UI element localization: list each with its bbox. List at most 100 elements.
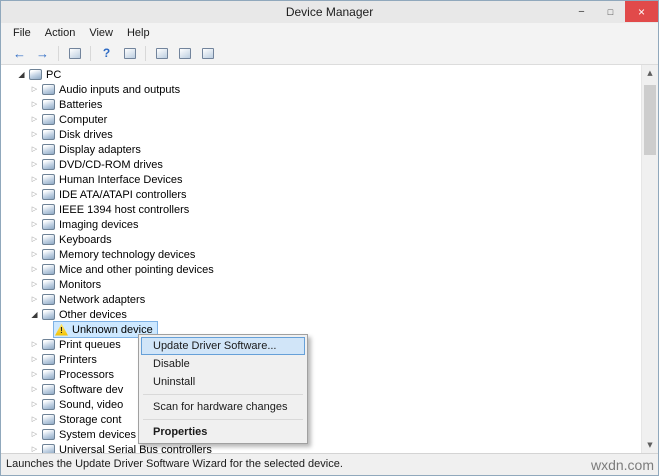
properties-icon[interactable]	[119, 43, 140, 63]
tree-item-imaging-devices[interactable]: ▷Imaging devices	[1, 217, 641, 232]
tree-item-ide-ata-atapi-controllers[interactable]: ▷IDE ATA/ATAPI controllers	[1, 187, 641, 202]
tree-item-other-devices[interactable]: ◢ Other devices	[1, 307, 641, 322]
tree-item-label: System devices	[59, 429, 136, 441]
scan-for-hardware-changes-icon[interactable]	[151, 43, 172, 63]
sound-controller-icon	[42, 399, 55, 410]
expand-arrow-icon[interactable]: ▷	[28, 247, 41, 262]
expand-arrow-icon[interactable]: ▷	[28, 97, 41, 112]
tree-item-content: PC	[28, 67, 65, 82]
tree-item-disk-drives[interactable]: ▷Disk drives	[1, 127, 641, 142]
collapse-arrow-icon[interactable]: ◢	[15, 67, 28, 82]
expand-arrow-icon[interactable]: ▷	[28, 112, 41, 127]
expand-arrow-icon[interactable]: ▷	[28, 382, 41, 397]
tree-item-label: Storage cont	[59, 414, 121, 426]
back-icon[interactable]: ←	[9, 43, 30, 63]
tree-item-label: Software dev	[59, 384, 123, 396]
scroll-up-icon[interactable]: ▲	[642, 65, 658, 81]
tree-item-dvd-cd-rom-drives[interactable]: ▷DVD/CD-ROM drives	[1, 157, 641, 172]
show-hide-console-tree-icon[interactable]	[64, 43, 85, 63]
tree-item-audio-inputs-and-outputs[interactable]: ▷Audio inputs and outputs	[1, 82, 641, 97]
tree-item-content: Print queues	[41, 337, 125, 352]
context-menu-item-scan-for-hardware-changes[interactable]: Scan for hardware changes	[141, 398, 305, 416]
watermark-text: wxdn.com	[591, 457, 654, 473]
close-button[interactable]: ×	[625, 1, 658, 22]
tree-item-mice-and-other-pointing-devices[interactable]: ▷ Mice and other pointing devices	[1, 262, 641, 277]
context-menu-item-uninstall[interactable]: Uninstall	[141, 373, 305, 391]
uninstall-icon[interactable]	[197, 43, 218, 63]
expand-arrow-icon[interactable]: ▷	[28, 352, 41, 367]
forward-icon[interactable]: →	[32, 43, 53, 63]
tree-item-memory-technology-devices[interactable]: ▷Memory technology devices	[1, 247, 641, 262]
tree-item-monitors[interactable]: ▷Monitors	[1, 277, 641, 292]
expand-arrow-icon[interactable]: ▷	[28, 262, 41, 277]
expand-arrow-icon[interactable]: ▷	[28, 202, 41, 217]
status-text: Launches the Update Driver Software Wiza…	[6, 458, 343, 470]
tree-item-printers[interactable]: ▷Printers	[1, 352, 641, 367]
tree-item-sound-video[interactable]: ▷Sound, video	[1, 397, 641, 412]
expand-arrow-icon[interactable]: ▷	[28, 82, 41, 97]
tree-item-unknown-device[interactable]: Unknown device	[1, 322, 641, 337]
context-menu-item-disable[interactable]: Disable	[141, 355, 305, 373]
expand-arrow-icon[interactable]: ▷	[28, 367, 41, 382]
minimize-button[interactable]: −	[567, 1, 596, 22]
tree-item-content: Storage cont	[41, 412, 125, 427]
scroll-thumb[interactable]	[644, 85, 656, 155]
update-driver-software-icon[interactable]	[174, 43, 195, 63]
toolbar: ←→?	[1, 42, 658, 65]
expand-arrow-icon[interactable]: ▷	[28, 127, 41, 142]
expand-arrow-icon[interactable]: ▷	[28, 337, 41, 352]
menu-file[interactable]: File	[6, 24, 38, 43]
tree-item-software-dev[interactable]: ▷ Software dev	[1, 382, 641, 397]
tree-item-content: Batteries	[41, 97, 106, 112]
unknown-warning-icon	[55, 324, 68, 336]
menu-view[interactable]: View	[82, 24, 120, 43]
tree-item-label: Human Interface Devices	[59, 174, 183, 186]
tree-item-content: DVD/CD-ROM drives	[41, 157, 167, 172]
software-device-icon	[42, 384, 55, 395]
tree-item-label: Computer	[59, 114, 107, 126]
expand-arrow-icon[interactable]: ▷	[28, 187, 41, 202]
update-driver-software-glyph	[179, 48, 191, 59]
ide-controller-icon	[42, 189, 55, 200]
tree-item-system-devices[interactable]: ▷ System devices	[1, 427, 641, 442]
expand-arrow-icon[interactable]: ▷	[28, 232, 41, 247]
maximize-button[interactable]: □	[596, 1, 625, 22]
tree-item-content: Human Interface Devices	[41, 172, 187, 187]
expand-arrow-icon[interactable]: ▷	[28, 157, 41, 172]
expand-arrow-icon[interactable]: ▷	[28, 277, 41, 292]
tree-item-label: Other devices	[59, 309, 127, 321]
collapse-arrow-icon[interactable]: ◢	[28, 307, 41, 322]
menu-action[interactable]: Action	[38, 24, 83, 43]
vertical-scrollbar[interactable]: ▲ ▼	[641, 65, 658, 453]
battery-icon	[42, 99, 55, 110]
tree-item-network-adapters[interactable]: ▷Network adapters	[1, 292, 641, 307]
help-icon[interactable]: ?	[96, 43, 117, 63]
tree-item-human-interface-devices[interactable]: ▷ Human Interface Devices	[1, 172, 641, 187]
expand-arrow-icon[interactable]: ▷	[28, 412, 41, 427]
tree-item-batteries[interactable]: ▷Batteries	[1, 97, 641, 112]
tree-item-print-queues[interactable]: ▷Print queues	[1, 337, 641, 352]
scroll-down-icon[interactable]: ▼	[642, 437, 658, 453]
expand-arrow-icon[interactable]: ▷	[28, 442, 41, 453]
tree-item-label: Mice and other pointing devices	[59, 264, 214, 276]
tree-item-universal-serial-bus-controllers[interactable]: ▷Universal Serial Bus controllers	[1, 442, 641, 453]
tree-item-storage-cont[interactable]: ▷ Storage cont	[1, 412, 641, 427]
context-menu-item-update-driver-software[interactable]: Update Driver Software...	[141, 337, 305, 355]
tree-item-processors[interactable]: ▷Processors	[1, 367, 641, 382]
expand-arrow-icon[interactable]: ▷	[28, 397, 41, 412]
tree-item-keyboards[interactable]: ▷Keyboards	[1, 232, 641, 247]
tree-item-computer[interactable]: ▷ Computer	[1, 112, 641, 127]
expand-arrow-icon[interactable]: ▷	[28, 427, 41, 442]
expand-arrow-icon[interactable]: ▷	[28, 217, 41, 232]
expand-arrow-icon[interactable]: ▷	[28, 292, 41, 307]
menu-help[interactable]: Help	[120, 24, 157, 43]
expand-arrow-icon[interactable]: ▷	[28, 172, 41, 187]
usb-controller-icon	[42, 444, 55, 453]
context-menu-item-properties[interactable]: Properties	[141, 423, 305, 441]
expand-arrow-icon[interactable]: ▷	[28, 142, 41, 157]
tree-item-ieee-1394-host-controllers[interactable]: ▷IEEE 1394 host controllers	[1, 202, 641, 217]
tree-item-content: Mice and other pointing devices	[41, 262, 218, 277]
tree-item-display-adapters[interactable]: ▷Display adapters	[1, 142, 641, 157]
properties-glyph	[124, 48, 136, 59]
tree-item-pc[interactable]: ◢PC	[1, 67, 641, 82]
